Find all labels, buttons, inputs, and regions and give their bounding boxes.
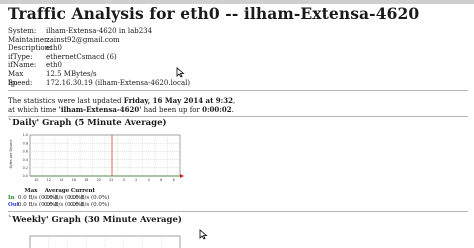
legend-out-row: Out 0.0 B/s (0.0%) 0.0 B/s (0.0%) 0.0 B/… — [8, 201, 110, 208]
info-value: ilham-Extensa-4620 in lab234 — [46, 27, 153, 35]
mouse-cursor-icon — [176, 67, 185, 78]
legend-value: 0.0 B/s (0.0%) — [18, 201, 58, 208]
legend-table: Max Average Current In 0.0 B/s (0.0%) 0.… — [8, 187, 110, 208]
legend-value: 0.0 B/s (0.0%) — [18, 194, 58, 201]
x-tick-label: 12 — [47, 178, 51, 182]
legend-value: 0.0 B/s (0.0%) — [70, 194, 110, 201]
x-tick-label: 22 — [109, 178, 113, 182]
y-axis-label: Bytes per Second — [9, 140, 13, 169]
legend-value: 0.0 B/s (0.0%) — [70, 201, 110, 208]
stats-paragraph: The statistics were last updated Friday,… — [8, 96, 236, 115]
stats-text: . — [231, 105, 234, 114]
info-label: ifType: — [8, 52, 33, 61]
page-title: Traffic Analysis for eth0 -- ilham-Exten… — [8, 4, 420, 23]
x-tick-label: 2 — [135, 178, 137, 182]
legend-in-row: In 0.0 B/s (0.0%) 0.0 B/s (0.0%) 0.0 B/s… — [8, 194, 110, 201]
x-tick-label: 20 — [97, 178, 101, 182]
info-value: ethernetCsmacd (6) — [46, 52, 117, 61]
info-label: Description: — [8, 44, 52, 53]
divider — [8, 211, 468, 212]
weekly-graph-title: `Weekly' Graph (30 Minute Average) — [8, 215, 182, 225]
legend-header-row: Max Average Current — [8, 187, 96, 194]
info-row-maintainer: Maintainer: zainst92@gmail.com — [8, 36, 190, 45]
legend-header: Max — [24, 187, 38, 194]
legend-header: Current — [70, 187, 96, 194]
x-tick-label: 18 — [84, 178, 88, 182]
divider — [8, 116, 468, 117]
info-value: zainst92@gmail.com — [46, 35, 120, 44]
legend-value: 0.0 B/s (0.0%) — [44, 201, 84, 208]
stats-text: at which time — [8, 105, 59, 114]
info-label: System: — [8, 27, 37, 35]
weekly-traffic-graph — [29, 235, 181, 248]
y-tick-label: 1.0 — [23, 133, 28, 137]
mouse-cursor-icon — [199, 229, 208, 240]
y-tick-label: 0.6 — [23, 150, 28, 154]
stats-line-2: at which time 'ilham-Extensa-4620' had b… — [8, 104, 235, 115]
daily-traffic-graph: Bytes per Second 1.0 0.8 0.6 0.4 0.2 0.0 10 12… — [8, 130, 186, 188]
y-tick-label: 0.0 — [23, 174, 28, 178]
y-tick-label: 0.2 — [23, 166, 28, 170]
y-tick-label: 0.8 — [23, 141, 28, 145]
legend-in-key: In — [8, 194, 15, 201]
info-value: 12.5 MBytes/s — [46, 69, 97, 78]
info-value: 172.16.30.19 (ilham-Extensa-4620.local) — [46, 78, 191, 87]
info-label: Max Speed: — [8, 69, 33, 87]
legend-out-key: Out — [8, 201, 20, 208]
legend-value: 0.0 B/s (0.0%) — [44, 194, 84, 201]
stats-uptime: 0:00:02 — [202, 104, 232, 114]
info-row-description: Description: eth0 — [8, 44, 190, 53]
x-tick-label: 14 — [59, 178, 63, 182]
legend-header: Average — [44, 187, 70, 194]
info-row-ifname: ifName: eth0 — [8, 61, 190, 70]
system-info-table: System: ilham-Extensa-4620 in lab234 Mai… — [8, 27, 190, 87]
x-tick-label: 8 — [173, 178, 175, 182]
stats-host: 'ilham-Extensa-4620' — [58, 104, 142, 114]
x-tick-label: 16 — [72, 178, 76, 182]
x-tick-label: 10 — [34, 178, 38, 182]
daily-graph-title: `Daily' Graph (5 Minute Average) — [8, 118, 167, 128]
info-value: eth0 — [46, 44, 62, 53]
info-row-iftype: ifType: ethernetCsmacd (6) — [8, 53, 190, 62]
y-tick-label: 0.4 — [23, 158, 28, 162]
stats-text: had been up for — [141, 105, 203, 114]
info-value: eth0 — [46, 61, 62, 70]
info-row-max-speed: Max Speed: 12.5 MBytes/s — [8, 69, 190, 87]
info-row-ip: Ip: 172.16.30.19 (ilham-Extensa-4620.loc… — [8, 79, 190, 88]
divider — [8, 90, 468, 91]
x-tick-label: 4 — [148, 178, 150, 182]
x-tick-label: 6 — [160, 178, 162, 182]
x-tick-label: 0 — [123, 178, 125, 182]
info-label: Maintainer: — [8, 35, 50, 44]
stats-text: , — [232, 97, 236, 105]
info-label: Ip: — [8, 78, 18, 87]
info-row-system: System: ilham-Extensa-4620 in lab234 — [8, 27, 190, 36]
info-label: ifName: — [8, 61, 37, 70]
